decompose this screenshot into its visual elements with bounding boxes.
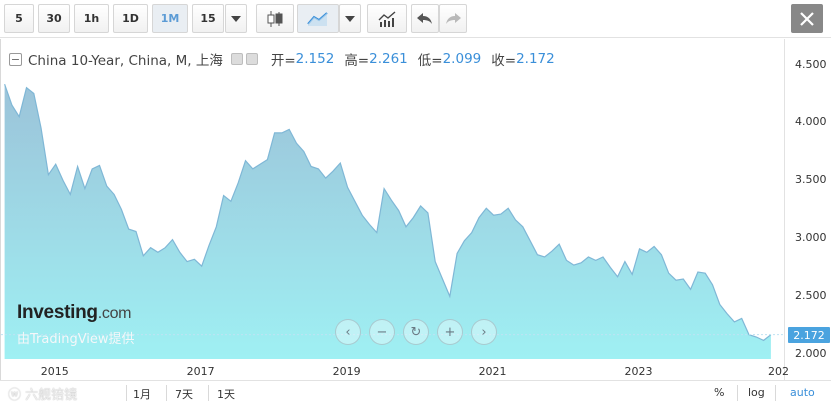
chart-toolbar: 5 30 1h 1D 1M 15 [0, 0, 831, 38]
log-scale-button[interactable]: log [748, 386, 765, 399]
interval-1h-button[interactable]: 1h [74, 4, 109, 33]
interval-1m-button[interactable]: 1M [152, 4, 188, 33]
interval-30-button[interactable]: 30 [38, 4, 70, 33]
interval-5-button[interactable]: 5 [4, 4, 34, 33]
area-chart-icon [307, 11, 328, 26]
redo-button[interactable] [439, 4, 467, 33]
investing-watermark: Investing.com 由TradingView提供 [17, 302, 135, 347]
legend-low-value: 2.099 [442, 51, 482, 67]
legend-collapse-button[interactable]: − [9, 52, 22, 66]
x-tick-label: 202 [768, 365, 789, 378]
reset-button[interactable]: ↻ [403, 319, 429, 345]
zoom-out-button[interactable]: − [369, 319, 395, 345]
legend-title: China 10-Year, China, M, 上海 [28, 53, 223, 69]
percent-scale-button[interactable]: % [714, 386, 724, 399]
legend-open-value: 2.152 [295, 51, 335, 67]
chart-area[interactable]: − China 10-Year, China, M, 上海 开= 2.152 高… [0, 39, 831, 381]
tradingview-credit: 由TradingView提供 [17, 332, 135, 347]
x-tick-label: 2019 [332, 365, 361, 378]
chevron-down-icon [231, 15, 241, 22]
close-button[interactable] [791, 4, 823, 33]
investing-logo: Investing.com [17, 302, 132, 323]
chart-type-dropdown-button[interactable] [339, 4, 361, 33]
minus-icon: − [376, 324, 388, 340]
y-tick-label: 3.000 [795, 231, 827, 245]
legend-low-label: 低= [417, 53, 443, 69]
gear-icon[interactable] [245, 53, 258, 65]
range-7-day-button[interactable]: 7天 [175, 386, 193, 402]
auto-scale-button[interactable]: auto [790, 386, 815, 399]
bottom-toolbar: ⓦ 六舰锫镜 1月 7天 1天 % log auto [0, 380, 831, 405]
time-axis[interactable]: 2015 2017 2019 2021 2023 202 [0, 360, 789, 380]
redo-icon [446, 12, 461, 24]
x-tick-label: 2015 [40, 365, 69, 378]
chart-nav-controls: ‹ − ↻ + › [335, 319, 497, 345]
y-tick-label: 4.500 [795, 57, 827, 71]
interval-1d-button[interactable]: 1D [113, 4, 148, 33]
legend-open-label: 开= [270, 53, 296, 69]
chevron-right-icon: › [481, 324, 487, 340]
range-1-day-button[interactable]: 1天 [217, 386, 235, 402]
scroll-right-button[interactable]: › [471, 319, 497, 345]
y-tick-label: 4.000 [795, 115, 827, 129]
y-tick-label: 2.500 [795, 289, 827, 303]
interval-dropdown-button[interactable] [225, 4, 247, 33]
overlay-watermark-text: ⓦ 六舰锫镜 [8, 388, 78, 403]
chevron-down-icon [345, 15, 355, 22]
series-legend: − China 10-Year, China, M, 上海 开= 2.152 高… [9, 49, 555, 69]
undo-button[interactable] [411, 4, 439, 33]
indicators-button[interactable] [367, 4, 407, 33]
refresh-icon: ↻ [410, 324, 422, 340]
y-tick-label: 3.500 [795, 173, 827, 187]
settings-icon[interactable] [230, 53, 243, 65]
y-tick-label: 2.000 [795, 347, 827, 361]
interval-15-button[interactable]: 15 [192, 4, 224, 33]
candlestick-icon [267, 10, 283, 27]
legend-high-label: 高= [344, 53, 370, 69]
close-icon [800, 11, 814, 26]
legend-close-value: 2.172 [516, 51, 555, 67]
zoom-in-button[interactable]: + [437, 319, 463, 345]
legend-close-label: 收= [491, 53, 517, 69]
x-tick-label: 2023 [624, 365, 653, 378]
plus-icon: + [444, 324, 456, 340]
undo-icon [417, 12, 432, 24]
x-tick-label: 2017 [186, 365, 215, 378]
range-1-month-button[interactable]: 1月 [133, 386, 151, 402]
scroll-left-button[interactable]: ‹ [335, 319, 361, 345]
x-tick-label: 2021 [478, 365, 507, 378]
last-price-tag: 2.172 [788, 327, 830, 343]
candles-chart-button[interactable] [256, 4, 294, 33]
area-chart-button[interactable] [297, 4, 339, 33]
legend-high-value: 2.261 [369, 51, 408, 67]
chevron-left-icon: ‹ [345, 324, 351, 340]
indicators-icon [378, 10, 396, 27]
